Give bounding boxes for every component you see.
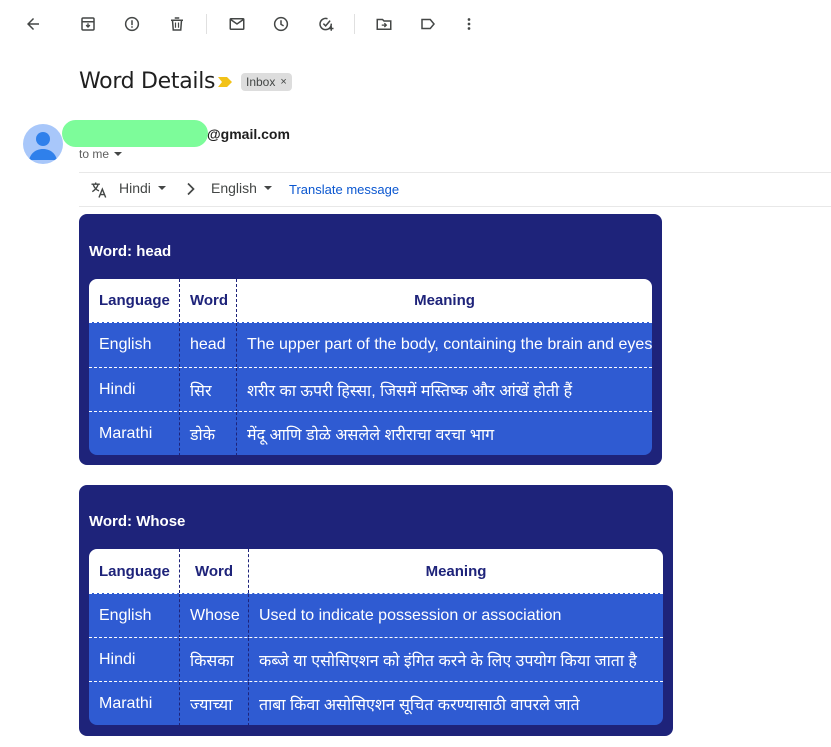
cell-word: डोके xyxy=(179,412,236,455)
cell-word: किसका xyxy=(179,638,248,682)
header-word: Word xyxy=(179,279,236,322)
source-language-select[interactable]: Hindi xyxy=(119,180,167,196)
table-row: Hindi सिर शरीर का ऊपरी हिस्सा, जिसमें मस… xyxy=(89,367,652,412)
chevron-down-icon xyxy=(114,152,123,156)
header-meaning: Meaning xyxy=(236,279,652,322)
avatar[interactable] xyxy=(23,124,63,164)
cell-language: Hindi xyxy=(99,651,136,668)
importance-marker-icon[interactable] xyxy=(218,77,232,87)
toolbar-divider xyxy=(354,14,355,34)
cell-meaning: मेंदू आणि डोळे असलेले शरीराचा वरचा भाग xyxy=(236,412,652,455)
add-to-tasks-icon[interactable] xyxy=(311,9,341,39)
table-header-row: Language Word Meaning xyxy=(89,279,652,322)
word-card: Word: head Language Word Meaning English… xyxy=(79,214,662,465)
word-card-title: Word: Whose xyxy=(89,513,186,530)
chevron-right-icon xyxy=(187,182,195,196)
translate-icon xyxy=(91,182,107,198)
email-toolbar xyxy=(0,0,831,48)
table-row: English Whose Used to indicate possessio… xyxy=(89,593,663,638)
cell-language: Marathi xyxy=(99,425,153,442)
word-table: Language Word Meaning English Whose Used… xyxy=(89,549,663,725)
inbox-label-chip: Inbox × xyxy=(241,73,292,91)
target-language: English xyxy=(211,180,257,196)
recipient-label: to me xyxy=(79,147,110,161)
cell-word: head xyxy=(179,323,236,367)
label-icon[interactable] xyxy=(413,9,443,39)
more-icon[interactable] xyxy=(454,9,484,39)
header-language: Language xyxy=(99,292,170,309)
cell-word: Whose xyxy=(179,594,248,638)
table-row: Marathi डोके मेंदू आणि डोळे असलेले शरीरा… xyxy=(89,411,652,455)
report-spam-icon[interactable] xyxy=(117,9,147,39)
source-language: Hindi xyxy=(119,180,151,196)
inbox-label: Inbox xyxy=(246,75,276,89)
target-language-select[interactable]: English xyxy=(211,180,273,196)
table-header-row: Language Word Meaning xyxy=(89,549,663,593)
cell-word: ज्याच्या xyxy=(179,682,248,725)
translate-message-link[interactable]: Translate message xyxy=(289,182,399,197)
cell-meaning: शरीर का ऊपरी हिस्सा, जिसमें मस्तिष्क और … xyxy=(236,368,652,412)
cell-language: Hindi xyxy=(99,381,136,398)
caret-down-icon xyxy=(157,186,166,190)
recipient-details-toggle[interactable]: to me xyxy=(79,147,123,161)
email-subject: Word Details xyxy=(79,69,216,94)
sender-email: @gmail.com xyxy=(207,126,290,142)
cell-meaning: ताबा किंवा असोसिएशन सूचित करण्यासाठी वाप… xyxy=(248,682,663,725)
delete-icon[interactable] xyxy=(162,9,192,39)
snooze-icon[interactable] xyxy=(266,9,296,39)
back-arrow-icon[interactable] xyxy=(18,9,48,39)
header-meaning: Meaning xyxy=(248,549,663,593)
word-card-title: Word: head xyxy=(89,243,172,260)
header-language: Language xyxy=(99,562,170,580)
table-row: Hindi किसका कब्जे या एसोसिएशन को इंगित क… xyxy=(89,637,663,682)
cell-word: सिर xyxy=(179,368,236,412)
table-row: Marathi ज्याच्या ताबा किंवा असोसिएशन सूच… xyxy=(89,681,663,725)
translate-bar: Hindi English Translate message xyxy=(79,172,831,207)
header-word: Word xyxy=(179,549,248,593)
word-card: Word: Whose Language Word Meaning Englis… xyxy=(79,485,673,736)
cell-meaning: The upper part of the body, containing t… xyxy=(236,323,652,367)
cell-language: English xyxy=(99,607,152,624)
sender-name-redacted xyxy=(62,120,208,147)
mark-unread-icon[interactable] xyxy=(222,9,252,39)
cell-meaning: Used to indicate possession or associati… xyxy=(248,594,663,638)
caret-down-icon xyxy=(263,186,272,190)
cell-language: Marathi xyxy=(99,695,153,712)
remove-label-icon[interactable]: × xyxy=(280,76,286,88)
word-table: Language Word Meaning English head The u… xyxy=(89,279,652,455)
cell-language: English xyxy=(99,336,152,353)
table-row: English head The upper part of the body,… xyxy=(89,322,652,367)
move-to-icon[interactable] xyxy=(369,9,399,39)
toolbar-divider xyxy=(206,14,207,34)
cell-meaning: कब्जे या एसोसिएशन को इंगित करने के लिए उ… xyxy=(248,638,663,682)
archive-icon[interactable] xyxy=(73,9,103,39)
